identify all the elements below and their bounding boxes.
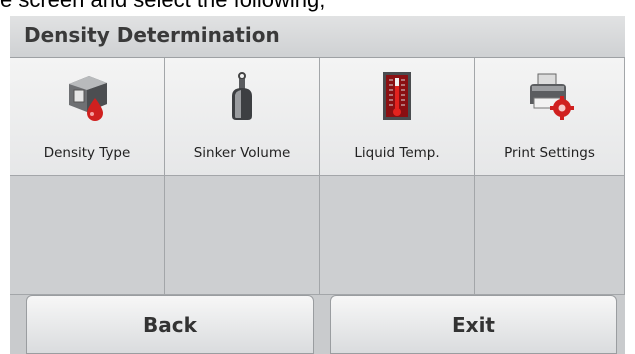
sinker-icon bbox=[232, 72, 252, 120]
empty-tile bbox=[10, 176, 165, 295]
menu-item-sinker-volume[interactable]: Sinker Volume bbox=[165, 58, 320, 176]
density-cube-icon bbox=[69, 76, 107, 121]
touch-screen: Density Determination Density Type Sinke… bbox=[10, 16, 625, 354]
menu-item-density-type[interactable]: Density Type bbox=[10, 58, 165, 176]
title-bar: Density Determination bbox=[10, 16, 625, 58]
thermometer-icon bbox=[383, 72, 411, 120]
document-text: e screen and select the following; bbox=[0, 0, 635, 12]
exit-button[interactable]: Exit bbox=[330, 295, 617, 354]
menu-item-label: Sinker Volume bbox=[193, 145, 291, 161]
back-button[interactable]: Back bbox=[26, 295, 314, 354]
empty-tile bbox=[320, 176, 475, 295]
empty-tile bbox=[165, 176, 320, 295]
menu-item-label: Density Type bbox=[43, 145, 131, 161]
menu-grid: Density Type Sinker Volume Liquid Temp. … bbox=[10, 58, 625, 295]
printer-settings-icon bbox=[529, 73, 574, 120]
button-bar: Back Exit bbox=[10, 295, 625, 354]
empty-tile bbox=[475, 176, 625, 295]
menu-item-label: Liquid Temp. bbox=[354, 145, 440, 161]
page-title: Density Determination bbox=[24, 23, 280, 47]
menu-item-label: Print Settings bbox=[504, 145, 595, 161]
menu-item-liquid-temp[interactable]: Liquid Temp. bbox=[320, 58, 475, 176]
menu-item-print-settings[interactable]: Print Settings bbox=[475, 58, 625, 176]
